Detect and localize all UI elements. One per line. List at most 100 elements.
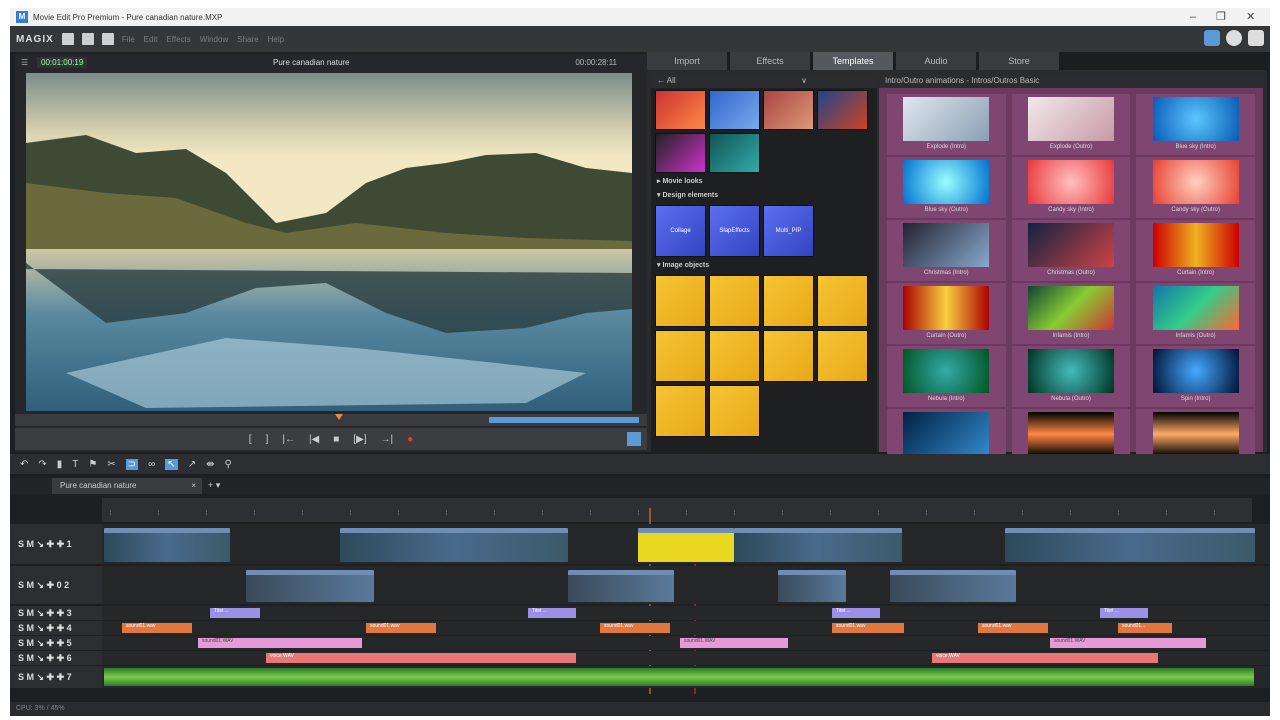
track-header[interactable]: S M ↘ ✚ ✚ 4 — [10, 621, 102, 635]
image-object-thumb[interactable] — [763, 275, 814, 327]
audio-clip[interactable]: sound01.wav — [832, 623, 904, 633]
jump-end-icon[interactable]: →| — [381, 434, 394, 445]
in-point-icon[interactable]: [ — [249, 434, 252, 445]
image-object-thumb[interactable] — [655, 275, 706, 327]
image-object-thumb[interactable] — [709, 275, 760, 327]
image-object-thumb[interactable] — [709, 385, 760, 437]
add-tab-icon[interactable]: + ▾ — [208, 480, 220, 491]
menu-edit[interactable]: Edit — [144, 35, 158, 44]
template-thumb[interactable] — [709, 90, 760, 130]
track-header[interactable]: S M ↘ ✚ ✚ 5 — [10, 636, 102, 650]
video-clip[interactable] — [568, 570, 674, 602]
template-item[interactable]: Christmas (Outro) — [1011, 220, 1131, 281]
audio-clip[interactable]: sound01.WAV — [680, 638, 788, 648]
design-item-slapeffects[interactable]: SlapEffects — [709, 205, 760, 257]
save-icon[interactable] — [101, 33, 114, 45]
zoom-tool-icon[interactable]: ⚲ — [224, 459, 231, 470]
undo-icon[interactable]: ↶ — [20, 459, 28, 470]
menu-effects[interactable]: Effects — [166, 35, 190, 44]
track-header[interactable]: S M ↘ ✚ ✚ 1 — [10, 524, 102, 564]
template-thumb[interactable] — [655, 133, 706, 173]
image-object-thumb[interactable] — [763, 330, 814, 382]
tab-effects[interactable]: Effects — [730, 52, 810, 70]
title-clip[interactable]: Titel ... — [1100, 608, 1148, 618]
section-movie-looks[interactable]: ▸ Movie looks — [651, 175, 877, 189]
play-icon[interactable]: [▶] — [353, 434, 366, 445]
section-design-elements[interactable]: ▾ Design elements — [651, 189, 877, 203]
audio-clip[interactable]: voice.WAV — [932, 653, 1158, 663]
menu-file[interactable]: File — [122, 35, 135, 44]
marker-icon[interactable]: ⚑ — [88, 459, 97, 470]
template-item[interactable]: Curtain (Intro) — [1136, 220, 1255, 281]
template-item[interactable]: Christmas (Intro) — [887, 220, 1006, 281]
template-thumb[interactable] — [709, 133, 760, 173]
audio-clip[interactable]: sound01.WAV — [198, 638, 362, 648]
video-clip[interactable] — [890, 570, 1016, 602]
jump-start-icon[interactable]: |← — [282, 434, 295, 445]
image-object-thumb[interactable] — [655, 385, 706, 437]
delete-icon[interactable]: ▮ — [57, 459, 63, 470]
template-item[interactable]: Explode (Intro) — [887, 94, 1006, 155]
track-header[interactable]: S M ↘ ✚ 0 2 — [10, 566, 102, 604]
video-clip[interactable] — [778, 570, 846, 602]
template-item[interactable]: Candy sky (Outro) — [1136, 157, 1255, 218]
maximize-icon[interactable]: ❐ — [1216, 8, 1226, 26]
tab-templates[interactable]: Templates — [813, 52, 893, 70]
template-item[interactable]: Candy sky (Intro) — [1011, 157, 1131, 218]
video-clip[interactable] — [340, 528, 568, 562]
image-object-thumb[interactable] — [655, 330, 706, 382]
video-clip[interactable] — [1005, 528, 1255, 562]
link-icon[interactable]: ∞ — [148, 459, 155, 470]
track-header[interactable]: S M ↘ ✚ ✚ 3 — [10, 606, 102, 620]
prev-frame-icon[interactable]: |◀ — [309, 434, 319, 445]
image-object-thumb[interactable] — [817, 330, 868, 382]
title-clip[interactable]: Titel ... — [528, 608, 576, 618]
tab-import[interactable]: Import — [647, 52, 727, 70]
template-item[interactable]: Curtain (Outro) — [887, 283, 1006, 344]
close-icon[interactable]: ✕ — [1246, 8, 1255, 26]
title-clip[interactable]: Titel ... — [832, 608, 880, 618]
stop-icon[interactable]: ■ — [333, 434, 339, 445]
track-header[interactable]: S M ↘ ✚ ✚ 6 — [10, 651, 102, 665]
template-thumb[interactable] — [817, 90, 868, 130]
record-icon[interactable]: ● — [407, 434, 413, 445]
audio-clip[interactable]: sound01.wav — [122, 623, 192, 633]
audio-clip[interactable]: voice.WAV — [266, 653, 576, 663]
menu-icon[interactable]: ☰ — [21, 58, 28, 67]
template-thumb[interactable] — [763, 90, 814, 130]
audio-clip[interactable]: sound01.wav — [366, 623, 436, 633]
menu-share[interactable]: Share — [237, 35, 258, 44]
settings-icon[interactable] — [1226, 30, 1242, 46]
section-image-objects[interactable]: ▾ Image objects — [651, 259, 877, 273]
template-item[interactable]: Nebula (Outro) — [1011, 346, 1131, 407]
new-file-icon[interactable] — [61, 33, 74, 45]
design-item-collage[interactable]: Collage — [655, 205, 706, 257]
snap-icon[interactable]: ⊃ — [125, 458, 139, 470]
template-item[interactable]: Blue sky (Intro) — [1136, 94, 1255, 155]
upload-icon[interactable] — [1248, 30, 1264, 46]
open-folder-icon[interactable] — [81, 33, 94, 45]
video-clip[interactable] — [246, 570, 374, 602]
title-icon[interactable]: T — [72, 459, 78, 470]
playhead-marker[interactable] — [335, 414, 343, 420]
title-clip[interactable]: Titel ... — [210, 608, 260, 618]
tab-project[interactable]: Pure canadian nature × — [52, 478, 202, 494]
menu-window[interactable]: Window — [200, 35, 228, 44]
template-thumb[interactable] — [655, 90, 706, 130]
tab-audio[interactable]: Audio — [896, 52, 976, 70]
split-icon[interactable]: ✂ — [107, 459, 115, 470]
audio-clip[interactable]: sound01.WAV — [1050, 638, 1206, 648]
template-item[interactable]: Infamis (Outro) — [1136, 283, 1255, 344]
range-tool-icon[interactable]: ↗ — [188, 459, 196, 470]
template-item[interactable]: Explode (Outro) — [1011, 94, 1131, 155]
audio-clip[interactable]: sound01... — [1118, 623, 1172, 633]
minimize-icon[interactable]: – — [1190, 8, 1196, 26]
video-clip[interactable] — [104, 528, 230, 562]
template-item[interactable]: Nebula (Intro) — [887, 346, 1006, 407]
filter-dropdown[interactable]: ← All ∨ — [651, 74, 877, 88]
video-clip[interactable] — [734, 528, 902, 562]
stretch-tool-icon[interactable]: ⇼ — [206, 459, 214, 470]
template-item[interactable]: Spin (Intro) — [1136, 346, 1255, 407]
out-point-icon[interactable]: ] — [266, 434, 269, 445]
tab-store[interactable]: Store — [979, 52, 1059, 70]
